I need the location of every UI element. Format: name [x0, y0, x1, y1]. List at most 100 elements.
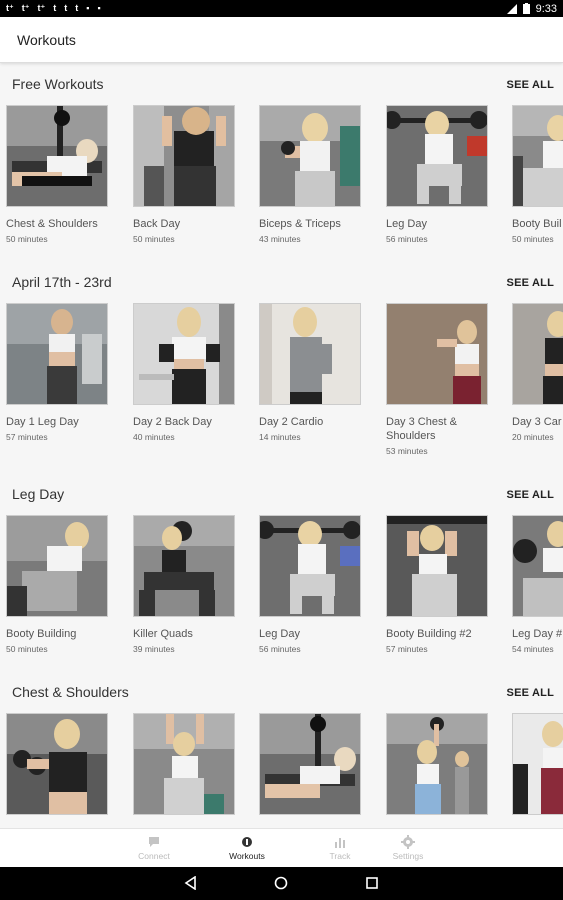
- workout-card[interactable]: Leg Day 56 minutes: [386, 105, 488, 244]
- workout-card[interactable]: Booty Buil 50 minutes: [512, 105, 563, 244]
- workout-thumbnail[interactable]: [133, 105, 235, 207]
- workout-card[interactable]: [512, 713, 563, 815]
- workout-thumbnail[interactable]: [6, 515, 108, 617]
- workout-thumbnail[interactable]: [6, 105, 108, 207]
- workout-thumbnail[interactable]: [512, 515, 563, 617]
- workout-card[interactable]: Day 2 Cardio 14 minutes: [259, 303, 361, 442]
- workout-duration: 57 minutes: [6, 432, 48, 442]
- workout-card[interactable]: Leg Day 56 minutes: [259, 515, 361, 654]
- workout-duration: 14 minutes: [259, 432, 301, 442]
- workout-thumbnail[interactable]: [512, 105, 563, 207]
- see-all-button[interactable]: SEE ALL: [507, 489, 554, 501]
- card-row[interactable]: Day 1 Leg Day 57 minutes Day 2 Back Day …: [6, 303, 563, 463]
- workout-card[interactable]: [259, 713, 361, 815]
- workout-thumbnail[interactable]: [512, 713, 563, 815]
- section-header: Free Workouts SEE ALL: [0, 63, 563, 105]
- back-icon[interactable]: [184, 876, 198, 890]
- section-april-17th-23rd: April 17th - 23rd SEE ALL Day 1 Leg Day …: [0, 261, 563, 456]
- workout-card[interactable]: Leg Day # 54 minutes: [512, 515, 563, 654]
- workout-card[interactable]: Day 2 Back Day 40 minutes: [133, 303, 235, 442]
- workout-card[interactable]: Booty Building #2 57 minutes: [386, 515, 488, 654]
- workout-thumbnail[interactable]: [259, 515, 361, 617]
- workout-duration: 50 minutes: [6, 234, 48, 244]
- workout-title: Day 1 Leg Day: [6, 416, 79, 428]
- notification-icon: t⁺: [6, 3, 14, 13]
- battery-icon: [522, 3, 530, 14]
- workout-thumbnail[interactable]: [512, 303, 563, 405]
- notification-icon: ▪: [86, 3, 90, 13]
- nav-track[interactable]: Track: [310, 835, 370, 861]
- workout-thumbnail[interactable]: [133, 515, 235, 617]
- workout-thumbnail[interactable]: [133, 713, 235, 815]
- workout-card[interactable]: Chest & Shoulders 50 minutes: [6, 105, 108, 244]
- gear-icon: [401, 835, 415, 849]
- workout-thumbnail[interactable]: [259, 105, 361, 207]
- workout-duration: 39 minutes: [133, 644, 175, 654]
- workout-card[interactable]: Booty Building 50 minutes: [6, 515, 108, 654]
- workout-card[interactable]: Day 1 Leg Day 57 minutes: [6, 303, 108, 442]
- workout-duration: 53 minutes: [386, 446, 428, 456]
- nav-connect[interactable]: Connect: [124, 835, 184, 861]
- dumbbell-icon: [242, 837, 252, 847]
- notification-icon: t⁺: [21, 3, 30, 13]
- home-icon[interactable]: [274, 876, 288, 890]
- bottom-navigation: Connect Workouts Track Settings: [0, 828, 563, 867]
- workout-thumbnail[interactable]: [386, 713, 488, 815]
- card-row[interactable]: Booty Building 50 minutes Killer Quads 3…: [6, 515, 563, 675]
- workout-title: Booty Building: [6, 628, 77, 640]
- workout-card[interactable]: Back Day 50 minutes: [133, 105, 235, 244]
- notification-icon: ▪: [97, 3, 101, 13]
- nav-label: Workouts: [229, 851, 265, 861]
- workout-card[interactable]: Killer Quads 39 minutes: [133, 515, 235, 654]
- section-title: Leg Day: [12, 486, 65, 502]
- workout-thumbnail[interactable]: [6, 303, 108, 405]
- section-title: Chest & Shoulders: [12, 684, 129, 700]
- section-header: Chest & Shoulders SEE ALL: [0, 671, 563, 713]
- nav-workouts[interactable]: Workouts: [217, 835, 277, 861]
- workout-duration: 43 minutes: [259, 234, 301, 244]
- workout-card[interactable]: Day 3 Car 20 minutes: [512, 303, 563, 442]
- workout-card[interactable]: Biceps & Triceps 43 minutes: [259, 105, 361, 244]
- workout-card[interactable]: Day 3 Chest & Shoulders 53 minutes: [386, 303, 488, 456]
- workout-card[interactable]: [6, 713, 108, 815]
- section-chest-shoulders: Chest & Shoulders SEE ALL: [0, 671, 563, 815]
- notification-icon: t: [53, 3, 57, 13]
- see-all-button[interactable]: SEE ALL: [507, 277, 554, 289]
- nav-settings[interactable]: Settings: [378, 835, 438, 861]
- workout-thumbnail[interactable]: [259, 303, 361, 405]
- workout-thumbnail[interactable]: [386, 303, 488, 405]
- see-all-button[interactable]: SEE ALL: [507, 687, 554, 699]
- card-row[interactable]: Chest & Shoulders 50 minutes Back Day 50…: [6, 105, 563, 265]
- card-row[interactable]: [6, 713, 563, 828]
- workout-card[interactable]: [386, 713, 488, 815]
- section-leg-day: Leg Day SEE ALL Booty Building 50 minute…: [0, 473, 563, 654]
- workout-title: Day 3 Car: [512, 416, 562, 428]
- nav-label: Track: [329, 851, 351, 861]
- system-navigation-bar: [0, 867, 563, 900]
- see-all-button[interactable]: SEE ALL: [507, 79, 554, 91]
- workout-title: Killer Quads: [133, 628, 193, 640]
- bar-chart-icon: [335, 838, 345, 848]
- workout-thumbnail[interactable]: [259, 713, 361, 815]
- workout-duration: 56 minutes: [386, 234, 428, 244]
- section-free-workouts: Free Workouts SEE ALL Chest & Shoulders …: [0, 63, 563, 244]
- recent-apps-icon[interactable]: [365, 876, 379, 890]
- workouts-list[interactable]: Free Workouts SEE ALL Chest & Shoulders …: [0, 63, 563, 828]
- notification-icons: t⁺ t⁺ t⁺ t t t ▪ ▪: [6, 3, 101, 14]
- workout-title: Leg Day #: [512, 628, 563, 640]
- workout-thumbnail[interactable]: [386, 515, 488, 617]
- workout-thumbnail[interactable]: [6, 713, 108, 815]
- status-bar: t⁺ t⁺ t⁺ t t t ▪ ▪ 9:33: [0, 0, 563, 17]
- workout-duration: 40 minutes: [133, 432, 175, 442]
- page-title: Workouts: [17, 31, 76, 48]
- section-header: April 17th - 23rd SEE ALL: [0, 261, 563, 303]
- workout-title: Leg Day: [259, 628, 300, 640]
- nav-label: Settings: [392, 851, 424, 861]
- workout-duration: 54 minutes: [512, 644, 554, 654]
- workout-card[interactable]: [133, 713, 235, 815]
- workout-thumbnail[interactable]: [386, 105, 488, 207]
- app-bar: Workouts: [0, 17, 563, 63]
- status-time: 9:33: [535, 2, 557, 15]
- workout-title: Booty Buil: [512, 218, 562, 230]
- workout-thumbnail[interactable]: [133, 303, 235, 405]
